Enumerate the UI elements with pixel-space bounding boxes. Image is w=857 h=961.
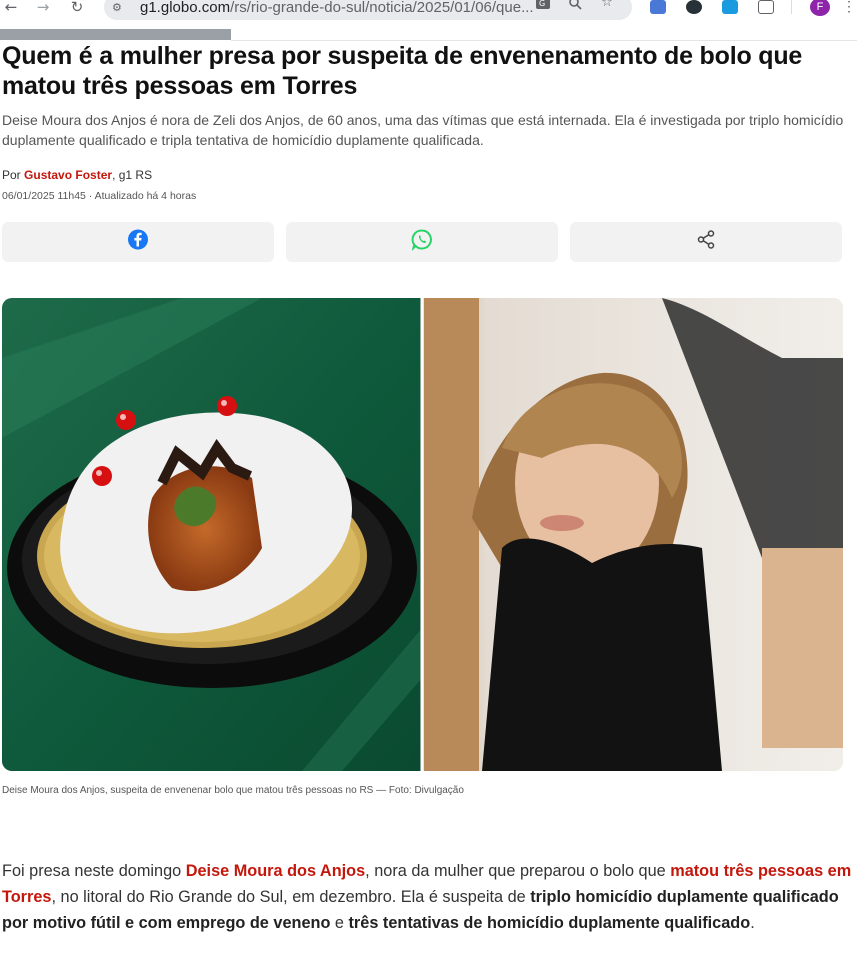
share-facebook-button[interactable] (2, 222, 274, 262)
body-text-3: , no litoral do Rio Grande do Sul, em de… (51, 888, 531, 906)
author-link[interactable]: Gustavo Foster (24, 168, 112, 182)
address-bar[interactable]: ⚙ g1.globo.com/rs/rio-grande-do-sul/noti… (104, 0, 632, 20)
byline: Por Gustavo Foster, g1 RS (2, 168, 152, 182)
byline-prefix: Por (2, 168, 21, 182)
article-headline: Quem é a mulher presa por suspeita de en… (2, 42, 803, 100)
translate-icon[interactable]: G (534, 0, 552, 12)
photo-illustration (2, 298, 843, 771)
byline-outlet: , g1 RS (112, 168, 153, 182)
share-icon (696, 230, 716, 255)
extension-translate-icon[interactable] (650, 0, 666, 14)
share-whatsapp-button[interactable] (286, 222, 558, 262)
site-info-icon[interactable]: ⚙ (112, 1, 128, 14)
bookmark-star-icon[interactable]: ☆ (598, 0, 616, 12)
whatsapp-icon (411, 229, 433, 256)
body-text-5: . (750, 914, 755, 932)
link-deise-moura[interactable]: Deise Moura dos Anjos (186, 862, 365, 880)
facebook-icon (128, 229, 148, 255)
photo-caption: Deise Moura dos Anjos, suspeita de enven… (2, 785, 464, 796)
body-bold-2: três tentativas de homicídio duplamente … (348, 914, 751, 932)
svg-text:G: G (539, 0, 545, 8)
extension-shield-icon[interactable] (686, 0, 702, 14)
body-text-2: , nora da mulher que preparou o bolo que (365, 862, 671, 880)
back-arrow-icon[interactable]: ← (0, 0, 22, 18)
article-subhead: Deise Moura dos Anjos é nora de Zeli dos… (2, 112, 844, 148)
browser-toolbar: ← → ↻ ⚙ g1.globo.com/rs/rio-grande-do-su… (0, 0, 857, 28)
extensions-puzzle-icon[interactable] (758, 0, 774, 14)
article-photo[interactable] (2, 298, 843, 771)
article-body-paragraph: Foi presa neste domingo Deise Moura dos … (2, 858, 852, 936)
profile-avatar[interactable]: F (810, 0, 830, 16)
body-text-1: Foi presa neste domingo (2, 862, 186, 880)
zoom-icon[interactable] (566, 0, 584, 12)
share-generic-button[interactable] (570, 222, 842, 262)
page-progress-bar (0, 29, 231, 40)
body-text-4: e (330, 914, 349, 932)
forward-arrow-icon[interactable]: → (32, 0, 54, 18)
extension-r-icon[interactable] (722, 0, 738, 14)
dateline: 06/01/2025 11h45 · Atualizado há 4 horas (2, 190, 197, 202)
url-text[interactable]: g1.globo.com/rs/rio-grande-do-sul/notici… (140, 0, 534, 16)
toolbar-divider (791, 0, 792, 14)
menu-icon[interactable]: ⋮ (842, 0, 856, 14)
reload-icon[interactable]: ↻ (66, 0, 88, 18)
